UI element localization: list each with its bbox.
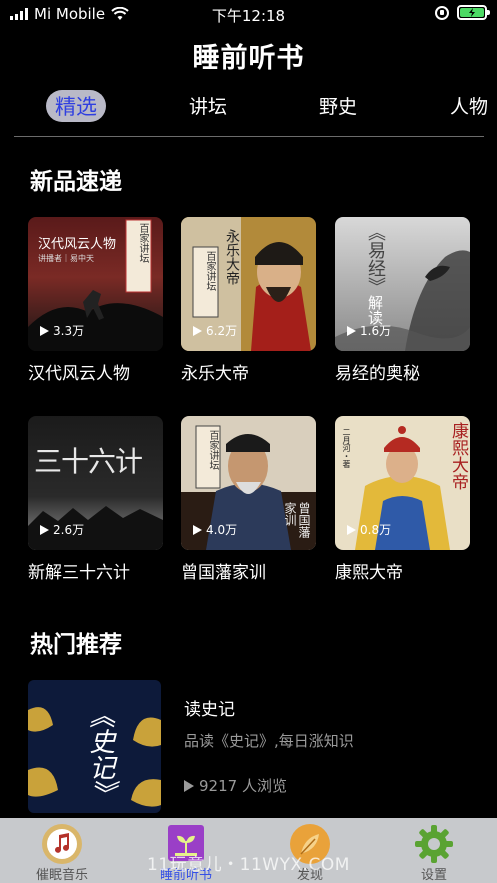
- page-title: 睡前听书: [192, 43, 305, 74]
- section-title-hot: 热门推荐: [30, 632, 122, 658]
- list-item[interactable]: 《史记》 读史记 品读《史记》,每日涨知识 9217 人浏览: [28, 680, 478, 814]
- book-card[interactable]: 《易经》 解读 1.6万 易经的奥秘: [335, 217, 470, 384]
- tabs-divider: [14, 136, 484, 137]
- cover-text: 《史记》: [85, 702, 115, 806]
- status-time: 下午12:18: [211, 7, 286, 25]
- cover-text: 永乐大帝: [224, 229, 240, 285]
- hot-item-title[interactable]: 读史记: [184, 695, 235, 720]
- watermark-text: 11玩意儿・11WYX.COM: [147, 855, 350, 875]
- category-tabs: 精选 讲坛 野史 人物: [0, 88, 497, 128]
- cover-badge: 百家讲坛: [204, 251, 215, 291]
- cover-text: 《易经》: [365, 223, 386, 295]
- play-count-value: 4.0万: [206, 523, 238, 537]
- book-cover[interactable]: 永乐大帝 百家讲坛 6.2万: [181, 217, 316, 351]
- play-icon: [347, 524, 356, 535]
- book-card[interactable]: 康熙大帝 二月河・著 0.8万 康熙大帝: [335, 416, 470, 583]
- book-title[interactable]: 汉代风云人物: [28, 359, 163, 384]
- view-count: 9217 人浏览: [184, 775, 287, 796]
- book-cover[interactable]: 三十六计 2.6万: [28, 416, 163, 550]
- play-icon: [40, 325, 49, 336]
- play-icon: [347, 325, 356, 336]
- tab-lecture[interactable]: 讲坛: [189, 92, 227, 119]
- book-card[interactable]: 永乐大帝 百家讲坛 6.2万 永乐大帝: [181, 217, 316, 384]
- play-count: 2.6万: [40, 521, 84, 538]
- play-count-value: 2.6万: [53, 523, 85, 537]
- play-count: 3.3万: [40, 322, 84, 339]
- cover-badge: 百家讲坛: [207, 430, 218, 470]
- play-count-value: 6.2万: [206, 324, 238, 338]
- view-count-value: 9217 人浏览: [199, 777, 287, 795]
- play-count: 1.6万: [347, 322, 391, 339]
- book-title[interactable]: 新解三十六计: [28, 558, 163, 583]
- tab-featured[interactable]: 精选: [46, 90, 106, 122]
- cover-badge: 百家讲坛: [137, 223, 148, 263]
- status-bar: Mi Mobile 下午12:18: [0, 0, 497, 28]
- book-title[interactable]: 康熙大帝: [335, 558, 470, 583]
- cover-text: 康熙大帝: [448, 422, 468, 490]
- book-title[interactable]: 永乐大帝: [181, 359, 316, 384]
- play-icon: [40, 524, 49, 535]
- cover-text: 三十六计: [34, 445, 143, 478]
- cover-subtext: 讲播者｜易中天: [38, 254, 94, 263]
- book-cover[interactable]: 康熙大帝 二月河・著 0.8万: [335, 416, 470, 550]
- cover-subtext: 二月河・著: [342, 428, 351, 468]
- play-icon: [193, 325, 202, 336]
- section-title-new: 新品速递: [30, 169, 122, 195]
- status-right: [435, 5, 490, 20]
- book-cover[interactable]: 汉代风云人物 讲播者｜易中天 百家讲坛 3.3万: [28, 217, 163, 351]
- play-outline-icon: [184, 779, 194, 792]
- play-count-value: 3.3万: [53, 324, 85, 338]
- book-card[interactable]: 汉代风云人物 讲播者｜易中天 百家讲坛 3.3万 汉代风云人物: [28, 217, 163, 384]
- play-count-value: 1.6万: [360, 324, 392, 338]
- book-title[interactable]: 曾国藩家训: [181, 558, 316, 583]
- play-count-value: 0.8万: [360, 523, 392, 537]
- play-count: 6.2万: [193, 322, 237, 339]
- book-cover[interactable]: 《易经》 解读 1.6万: [335, 217, 470, 351]
- cover-text: 汉代风云人物: [38, 237, 117, 252]
- cover-subtext: 解读: [366, 295, 384, 325]
- tab-figures[interactable]: 人物: [450, 92, 488, 119]
- play-count: 0.8万: [347, 521, 391, 538]
- book-card[interactable]: 百家讲坛 曾国藩家训 4.0万 曾国藩家训: [181, 416, 316, 583]
- rotation-lock-icon: [435, 5, 449, 20]
- play-count: 4.0万: [193, 521, 237, 538]
- book-title[interactable]: 易经的奥秘: [335, 359, 470, 384]
- book-cover[interactable]: 百家讲坛 曾国藩家训 4.0万: [181, 416, 316, 550]
- cover-text: 曾国藩家训: [283, 502, 311, 538]
- book-card[interactable]: 三十六计 2.6万 新解三十六计: [28, 416, 163, 583]
- battery-icon: [457, 5, 490, 20]
- hot-item-description: 品读《史记》,每日涨知识: [184, 732, 354, 750]
- tab-unofficial-history[interactable]: 野史: [319, 92, 357, 119]
- book-cover[interactable]: 《史记》: [28, 680, 161, 813]
- play-icon: [193, 524, 202, 535]
